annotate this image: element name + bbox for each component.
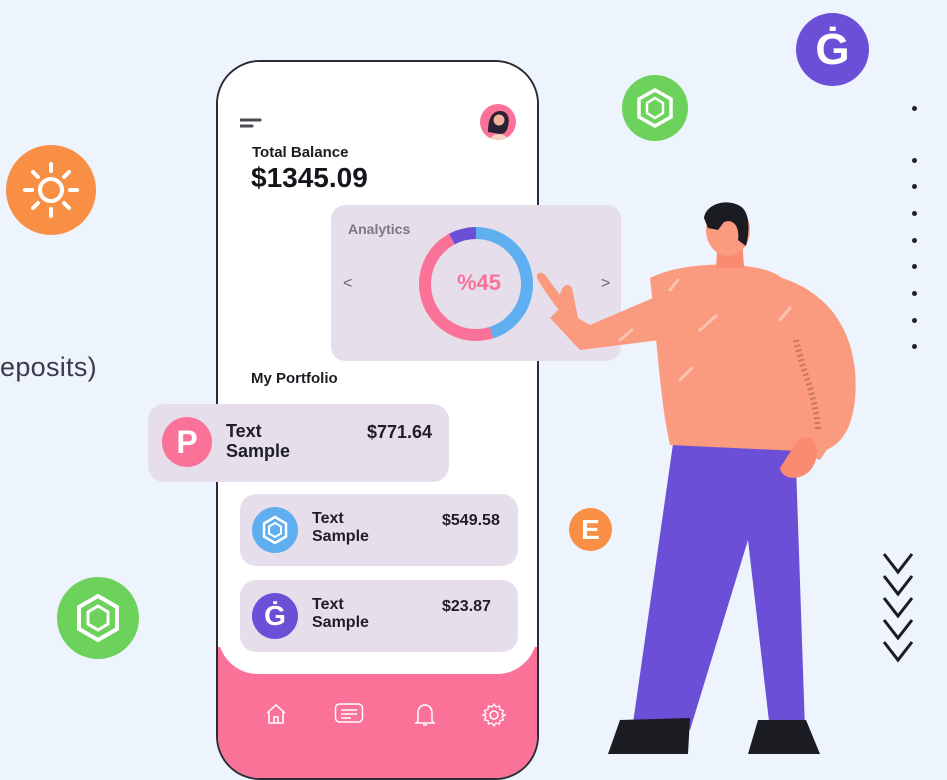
portfolio-item-amount: $549.58 <box>442 512 500 529</box>
side-caption: eposits) <box>0 352 97 382</box>
chevron-down-icon <box>882 553 914 663</box>
g-coin-letter: Ġ <box>815 24 850 74</box>
total-balance-value: $1345.09 <box>251 162 368 193</box>
portfolio-item[interactable]: Text Sample $549.58 <box>240 494 518 566</box>
portfolio-item-highlighted[interactable]: P Text Sample $771.64 <box>148 404 449 482</box>
person-illustration <box>536 202 856 754</box>
p-coin-icon: P <box>162 417 212 467</box>
sun-coin-icon <box>6 145 96 235</box>
total-balance-label: Total Balance <box>252 144 349 161</box>
portfolio-item-name: Text <box>312 510 344 527</box>
portfolio-item-name: Text <box>226 421 262 441</box>
home-icon[interactable] <box>264 702 288 726</box>
portfolio-label: My Portfolio <box>251 370 338 387</box>
gear-icon[interactable] <box>481 702 507 728</box>
p-coin-letter: P <box>176 423 198 460</box>
hexagon-coin-icon-small <box>622 75 688 141</box>
analytics-title: Analytics <box>348 221 411 237</box>
g-coin-letter: Ġ <box>264 600 286 631</box>
bell-icon[interactable] <box>413 702 437 728</box>
hexagon-coin-icon <box>57 577 139 659</box>
portfolio-item[interactable]: Ġ Text Sample $23.87 <box>240 580 518 652</box>
message-icon[interactable] <box>334 702 364 726</box>
portfolio-item-name: Text <box>312 596 344 613</box>
g-coin-icon: Ġ <box>796 13 869 86</box>
portfolio-item-name-line2: Sample <box>312 527 369 545</box>
portfolio-item-name-line2: Sample <box>226 440 291 461</box>
portfolio-item-name-line2: Sample <box>312 613 369 631</box>
portfolio-item-amount: $771.64 <box>367 422 433 442</box>
menu-icon[interactable] <box>240 118 262 128</box>
avatar[interactable] <box>480 104 516 140</box>
g-coin-icon: Ġ <box>252 593 298 639</box>
chevron-left-icon[interactable]: < <box>343 275 352 293</box>
percent-label: %45 <box>457 270 502 295</box>
portfolio-item-amount: $23.87 <box>442 598 491 615</box>
hexagon-coin-icon <box>252 507 298 553</box>
